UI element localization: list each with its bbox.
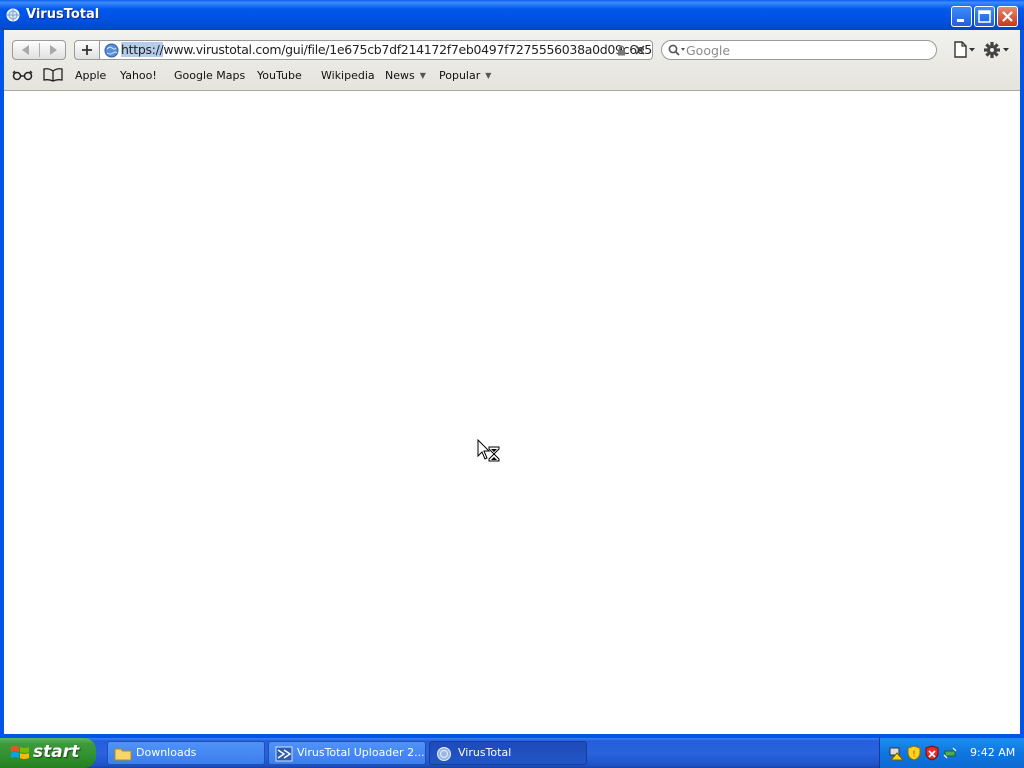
minimize-button[interactable] [951,6,972,27]
close-button[interactable] [997,6,1018,27]
bookmark-wikipedia[interactable]: Wikipedia [321,69,375,82]
plus-icon [82,45,92,55]
system-tray: ! 9:42 AM [879,738,1024,768]
network-alert-icon[interactable] [888,745,904,761]
taskbar-item-label: VirusTotal [458,746,512,759]
page-content-area[interactable] [4,91,1020,734]
taskbar-item-downloads[interactable]: Downloads [107,741,265,765]
taskbar-item-virustotal[interactable]: VirusTotal [429,741,587,765]
safari-icon [437,747,451,761]
url-scheme: https:// [121,42,164,57]
bookmarks-book-icon[interactable] [43,68,63,82]
clock[interactable]: 9:42 AM [970,746,1015,759]
close-icon [1002,11,1013,22]
start-button[interactable]: start [0,738,96,768]
safely-remove-hardware-icon[interactable] [942,745,958,761]
safari-globe-icon [6,8,20,22]
gear-icon [984,42,1009,58]
stop-loading-icon[interactable] [633,43,647,57]
browser-client-area: https://www.virustotal.com/gui/file/1e67… [4,30,1020,734]
virustotal-uploader-icon [275,746,293,762]
taskbar: start Downloads VirusTotal Uploader 2...… [0,738,1024,768]
page-menu-button[interactable] [951,40,977,60]
windows-logo-icon [11,746,29,759]
browser-toolbar: https://www.virustotal.com/gui/file/1e67… [4,30,1020,91]
back-arrow-icon[interactable] [13,41,39,59]
busy-cursor-icon [477,439,500,462]
minimize-icon [957,19,964,22]
dropdown-triangle-icon: ▼ [419,71,426,80]
taskbar-item-label: VirusTotal Uploader 2... [297,746,425,759]
bookmark-yahoo[interactable]: Yahoo! [120,69,157,82]
lock-icon[interactable] [617,45,626,56]
bookmark-popular-menu[interactable]: Popular ▼ [439,69,491,82]
bookmark-popular-label: Popular [439,69,481,82]
folder-icon [114,748,132,761]
title-bar[interactable]: VirusTotal [0,0,1024,30]
taskbar-item-label: Downloads [136,746,197,759]
window-title: VirusTotal [26,7,100,22]
reading-list-icon[interactable] [12,68,34,82]
bookmark-youtube[interactable]: YouTube [257,69,302,82]
bookmark-google-maps[interactable]: Google Maps [174,69,245,82]
address-bar[interactable]: https://www.virustotal.com/gui/file/1e67… [100,40,653,60]
browser-window: VirusTotal https://www.virustotal.com/gu… [0,0,1024,738]
search-input[interactable] [686,41,926,59]
add-bookmark-button[interactable] [74,40,100,60]
search-icon[interactable] [668,44,686,57]
page-menu-icon [954,41,975,58]
bookmarks-bar: Apple Yahoo! Google Maps YouTube Wikiped… [4,66,1020,86]
start-label: start [33,742,80,762]
dropdown-triangle-icon: ▼ [485,71,492,80]
bookmark-apple[interactable]: Apple [75,69,106,82]
url-path: www.virustotal.com/gui/file/1e675cb7df21… [163,42,652,57]
maximize-button[interactable] [974,6,995,27]
security-shield-icon[interactable]: ! [906,745,922,761]
taskbar-item-virustotal-uploader[interactable]: VirusTotal Uploader 2... [268,741,426,765]
url-text[interactable]: https://www.virustotal.com/gui/file/1e67… [121,42,652,57]
bookmark-news-label: News [385,69,415,82]
settings-menu-button[interactable] [982,39,1012,61]
site-globe-icon [104,43,119,58]
navigation-buttons [12,40,66,60]
security-center-icon[interactable] [924,745,940,761]
bookmark-news-menu[interactable]: News ▼ [385,69,426,82]
maximize-icon [978,10,991,23]
search-field[interactable] [661,40,937,60]
forward-arrow-icon[interactable] [40,41,66,59]
svg-text:!: ! [912,750,915,759]
